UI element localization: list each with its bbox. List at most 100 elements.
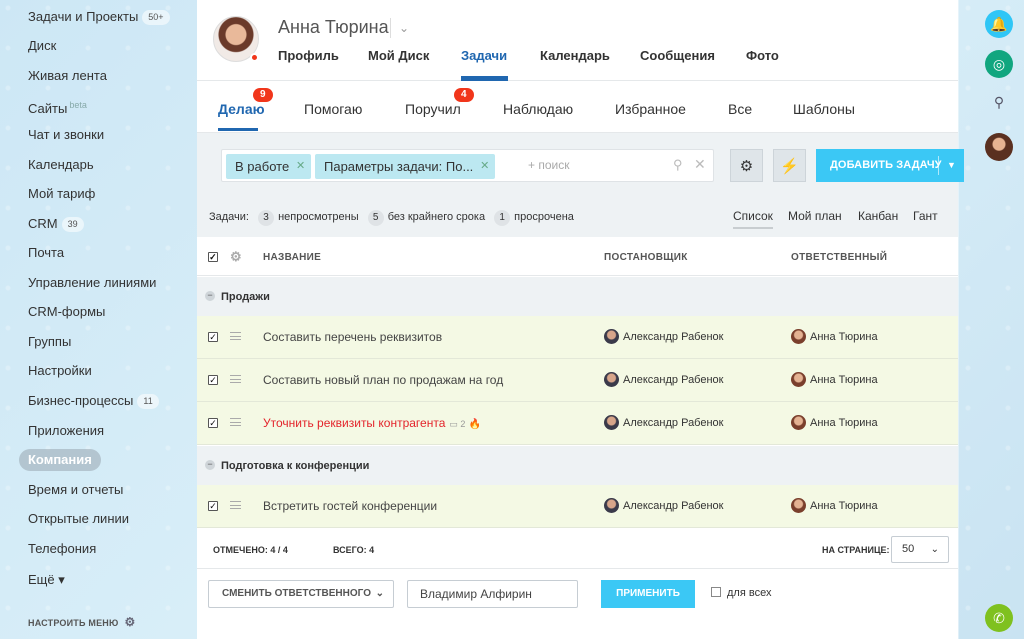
task-title[interactable]: Составить новый план по продажам на год [263, 373, 503, 387]
automation-button[interactable]: ⚡ [773, 149, 806, 182]
subtab-templates[interactable]: Шаблоны [793, 101, 855, 117]
row-checkbox[interactable]: ✓ [208, 332, 218, 342]
subtab-assigned[interactable]: Поручил [405, 101, 461, 117]
tab-tasks[interactable]: Задачи [461, 48, 507, 63]
menu-item-disk[interactable]: Диск [28, 35, 56, 57]
apply-button[interactable]: ПРИМЕНИТЬ [601, 580, 695, 608]
menu-item-sites[interactable]: Сайты beta [28, 94, 87, 116]
bell-icon[interactable]: 🔔 [985, 10, 1013, 38]
tab-photo[interactable]: Фото [746, 48, 779, 63]
no-deadline-label[interactable]: без крайнего срока [388, 211, 485, 223]
group-title[interactable]: Продажи [221, 291, 270, 303]
responsible-cell[interactable]: Анна Тюрина [791, 498, 878, 513]
menu-item-telephony[interactable]: Телефония [28, 538, 96, 560]
group-title[interactable]: Подготовка к конференции [221, 460, 369, 472]
tab-calendar[interactable]: Календарь [540, 48, 610, 63]
column-creator[interactable]: ПОСТАНОВЩИК [604, 252, 688, 263]
unviewed-count[interactable]: 3 [258, 210, 275, 226]
for-all-checkbox[interactable]: для всех [711, 587, 771, 599]
no-deadline-count[interactable]: 5 [367, 210, 384, 226]
responsible-cell[interactable]: Анна Тюрина [791, 415, 878, 430]
overdue-count[interactable]: 1 [494, 210, 511, 226]
task-title[interactable]: Уточнить реквизиты контрагента ▭ 2 🔥 [263, 416, 481, 430]
subtab-favorites[interactable]: Избранное [615, 101, 686, 117]
creator-cell[interactable]: Александр Рабенок [604, 329, 723, 344]
view-gantt[interactable]: Гант [913, 209, 938, 223]
table-row[interactable]: ✓ Уточнить реквизиты контрагента ▭ 2 🔥 Ал… [197, 402, 958, 445]
column-name[interactable]: НАЗВАНИЕ [263, 252, 321, 263]
menu-item-tariff[interactable]: Мой тариф [28, 183, 95, 205]
subtab-doing[interactable]: Делаю [218, 101, 265, 117]
unviewed-label[interactable]: непросмотрены [278, 211, 359, 223]
row-checkbox[interactable]: ✓ [208, 375, 218, 385]
chevron-down-icon[interactable]: ▼ [947, 149, 956, 182]
menu-item-tasks[interactable]: Задачи и Проекты 50+ [28, 6, 170, 28]
drag-handle-icon[interactable] [230, 375, 241, 383]
menu-item-more[interactable]: Ещё ▾ [28, 569, 65, 591]
view-kanban[interactable]: Канбан [858, 209, 898, 223]
search-input[interactable]: + поиск [528, 158, 569, 172]
menu-settings-button[interactable]: НАСТРОИТЬ МЕНЮ ⚙ [28, 615, 135, 629]
row-checkbox[interactable]: ✓ [208, 501, 218, 511]
settings-button[interactable]: ⚙ [730, 149, 763, 182]
creator-cell[interactable]: Александр Рабенок [604, 415, 723, 430]
table-row[interactable]: ✓ Составить новый план по продажам на го… [197, 359, 958, 402]
tab-profile[interactable]: Профиль [278, 48, 339, 63]
menu-item-chat[interactable]: Чат и звонки [28, 124, 104, 146]
table-row[interactable]: ✓ Встретить гостей конференции Александр… [197, 485, 958, 528]
view-my-plan[interactable]: Мой план [788, 209, 842, 223]
search-icon[interactable]: ⚲ [985, 88, 1013, 116]
collapse-icon[interactable]: − [205, 291, 215, 301]
view-list[interactable]: Список [733, 209, 773, 229]
checkbox-icon[interactable] [711, 587, 721, 597]
chevron-down-icon[interactable]: ⌄ [390, 18, 409, 38]
overdue-label[interactable]: просрочена [514, 211, 574, 223]
add-task-button[interactable]: ДОБАВИТЬ ЗАДАЧУ ▼ [816, 149, 964, 182]
menu-item-feed[interactable]: Живая лента [28, 65, 107, 87]
user-name[interactable]: Анна Тюрина [278, 17, 389, 38]
subtab-watching[interactable]: Наблюдаю [503, 101, 573, 117]
filter-chip-params[interactable]: Параметры задачи: По... ✕ [315, 154, 496, 179]
responsible-cell[interactable]: Анна Тюрина [791, 329, 878, 344]
responsible-input[interactable]: Владимир Алфирин [407, 580, 578, 608]
filter-chip-status[interactable]: В работе ✕ [226, 154, 312, 179]
select-all-checkbox[interactable]: ✓ [208, 252, 218, 262]
menu-item-apps[interactable]: Приложения [28, 420, 104, 442]
gear-icon[interactable]: ⚙ [230, 249, 242, 265]
task-title[interactable]: Составить перечень реквизитов [263, 330, 442, 344]
filter-search-box[interactable]: В работе ✕ Параметры задачи: По... ✕ + пои… [221, 149, 714, 182]
menu-item-calendar[interactable]: Календарь [28, 154, 94, 176]
menu-item-crm[interactable]: CRM 39 [28, 213, 84, 235]
row-checkbox[interactable]: ✓ [208, 418, 218, 428]
per-page-select[interactable]: 50 ⌄ [891, 536, 949, 563]
drag-handle-icon[interactable] [230, 501, 241, 509]
menu-item-groups[interactable]: Группы [28, 331, 71, 353]
menu-item-company[interactable]: Компания [19, 449, 101, 471]
column-responsible[interactable]: ОТВЕТСТВЕННЫЙ [791, 252, 887, 263]
collapse-icon[interactable]: − [205, 460, 215, 470]
menu-item-settings[interactable]: Настройки [28, 360, 92, 382]
menu-item-mail[interactable]: Почта [28, 242, 64, 264]
close-icon[interactable]: ✕ [480, 154, 489, 179]
menu-item-openlines[interactable]: Открытые линии [28, 508, 129, 530]
subtab-all[interactable]: Все [728, 101, 752, 117]
search-icon[interactable]: ⚲ [673, 157, 683, 173]
subtab-helping[interactable]: Помогаю [304, 101, 362, 117]
action-select[interactable]: СМЕНИТЬ ОТВЕТСТВЕННОГО ⌄ [208, 580, 394, 608]
user-avatar-icon[interactable] [985, 133, 1013, 161]
creator-cell[interactable]: Александр Рабенок [604, 372, 723, 387]
tab-my-disk[interactable]: Мой Диск [368, 48, 429, 63]
menu-item-crm-forms[interactable]: CRM-формы [28, 301, 105, 323]
phone-icon[interactable]: ✆ [985, 604, 1013, 632]
menu-item-time[interactable]: Время и отчеты [28, 479, 123, 501]
messenger-icon[interactable]: ◎ [985, 50, 1013, 78]
menu-item-lines[interactable]: Управление линиями [28, 272, 156, 294]
tab-messages[interactable]: Сообщения [640, 48, 715, 63]
drag-handle-icon[interactable] [230, 332, 241, 340]
close-icon[interactable]: ✕ [296, 154, 305, 179]
task-title[interactable]: Встретить гостей конференции [263, 499, 437, 513]
responsible-cell[interactable]: Анна Тюрина [791, 372, 878, 387]
creator-cell[interactable]: Александр Рабенок [604, 498, 723, 513]
table-row[interactable]: ✓ Составить перечень реквизитов Александ… [197, 316, 958, 359]
drag-handle-icon[interactable] [230, 418, 241, 426]
